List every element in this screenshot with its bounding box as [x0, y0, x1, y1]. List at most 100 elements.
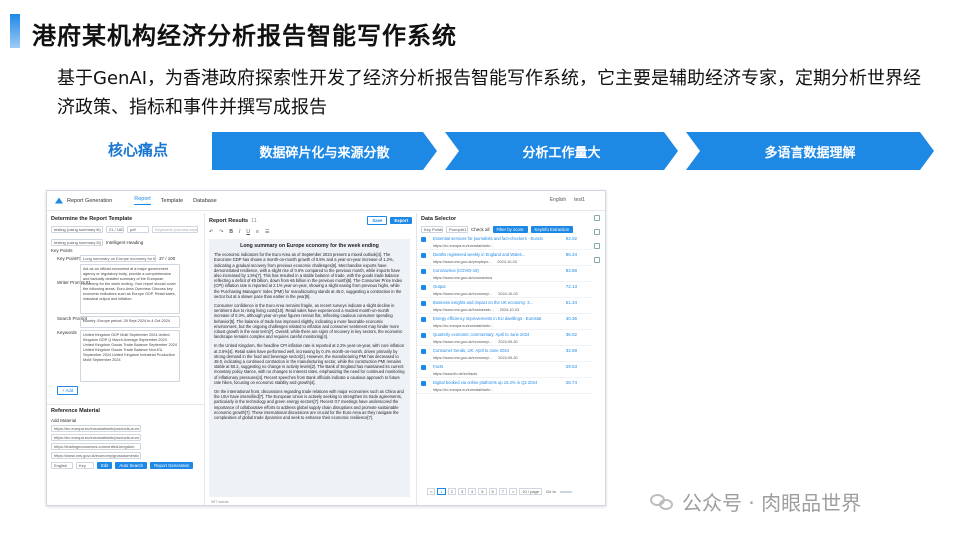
page-6[interactable]: 6: [488, 488, 497, 495]
item-url[interactable]: https://www.ons.gov.uk/economy/...: [433, 292, 492, 296]
item-title[interactable]: Deaths registered weekly in England and …: [433, 252, 543, 257]
page-size-select[interactable]: 10 / page: [519, 488, 543, 495]
template-select-row: testing (using summary lit) 21 / 160 pdf…: [47, 225, 204, 234]
reference-url-1[interactable]: https://ec.europa.eu/eurostat/web/produc…: [51, 425, 141, 432]
data-source-item[interactable]: Facts https://www.ifo.de/en/facts 29.53: [417, 362, 593, 378]
document-icon[interactable]: [594, 229, 600, 235]
list-icon[interactable]: ☰: [265, 229, 269, 235]
page-5[interactable]: 5: [478, 488, 487, 495]
language-switch[interactable]: English: [550, 197, 566, 203]
auto-search-button[interactable]: Auto Search: [115, 462, 148, 469]
item-title[interactable]: Quarterly economic commentary: April to …: [433, 332, 543, 337]
item-checkbox[interactable]: [421, 237, 426, 242]
data-source-item[interactable]: Essential services for journalists and f…: [417, 234, 593, 250]
reference-url-3[interactable]: https://tradingeconomics.com/united-king…: [51, 443, 141, 450]
item-url[interactable]: https://www.ons.gov.uk/economy/...: [433, 356, 492, 360]
writer-prompt-textarea[interactable]: Act as an official economist at a major …: [80, 264, 180, 314]
keyinfo-extraction-button[interactable]: Keyinfo Extraction: [530, 226, 574, 233]
data-source-item[interactable]: Consumer trends, UK: April to June 2024 h…: [417, 346, 593, 362]
item-checkbox[interactable]: [421, 301, 426, 306]
item-body: Essential services for journalists and f…: [433, 236, 543, 248]
copy-icon[interactable]: [594, 243, 600, 249]
item-title[interactable]: Facts: [433, 364, 543, 369]
item-url[interactable]: https://ec.europa.eu/eurostat/web/...: [433, 244, 494, 248]
keywords-input[interactable]: Keywords (comma separated): [152, 226, 198, 233]
item-checkbox[interactable]: [421, 285, 426, 290]
page-prev[interactable]: <: [427, 488, 436, 495]
data-source-item[interactable]: Coronavirus (COVID-19) https://www.ons.go…: [417, 266, 593, 282]
template-select[interactable]: testing (using summary lit): [51, 226, 103, 233]
key-point-input[interactable]: Long summary on Europe economy for the w…: [80, 255, 156, 262]
item-checkbox[interactable]: [421, 269, 426, 274]
bold-icon[interactable]: B: [229, 229, 233, 235]
nav-database[interactable]: Database: [193, 198, 217, 204]
format-select[interactable]: pdf: [127, 226, 149, 233]
page-2[interactable]: 2: [447, 488, 456, 495]
item-checkbox[interactable]: [421, 333, 426, 338]
user-icon[interactable]: [594, 215, 600, 221]
settings-icon[interactable]: [594, 257, 600, 263]
item-url[interactable]: https://www.ons.gov.uk/peoplepo...: [433, 260, 491, 264]
item-title[interactable]: Energy efficiency improvements in EU dwe…: [433, 316, 543, 321]
page-3[interactable]: 3: [457, 488, 467, 495]
item-title[interactable]: Business insights and impact on the UK e…: [433, 300, 543, 305]
filter-by-score-button[interactable]: Filter by score: [492, 226, 528, 233]
data-source-item[interactable]: Business insights and impact on the UK e…: [417, 298, 593, 314]
edit-button[interactable]: Edit: [97, 462, 113, 469]
data-source-item[interactable]: Deaths registered weekly in England and …: [417, 250, 593, 266]
undo-icon[interactable]: ↶: [209, 229, 213, 235]
item-url[interactable]: https://ec.europa.eu/eurostat/web/...: [433, 388, 494, 392]
report-paragraph-4: On the international front, discussions …: [214, 389, 404, 421]
add-keypoint-button[interactable]: + Add: [57, 386, 79, 395]
check-all[interactable]: Check all: [471, 227, 490, 232]
item-url[interactable]: https://www.ons.gov.uk/economy/...: [433, 340, 492, 344]
page-7[interactable]: 7: [498, 488, 507, 495]
export-button[interactable]: Export: [390, 217, 412, 224]
goto-input[interactable]: [559, 490, 572, 493]
report-document[interactable]: Long summary on Europe economy for the w…: [209, 239, 410, 497]
item-title[interactable]: Consumer trends, UK: April to June 2024: [433, 348, 543, 353]
save-button[interactable]: Save: [367, 216, 388, 225]
page-4[interactable]: 4: [468, 488, 477, 495]
ref-row: https://ec.europa.eu/eurostat/web/produc…: [47, 424, 204, 433]
search-prompt-textarea[interactable]: country: Europe period: 28 Sept 2024 to …: [80, 316, 180, 328]
item-checkbox[interactable]: [421, 349, 426, 354]
report-generation-button[interactable]: Report Generation: [150, 462, 194, 469]
nav-template[interactable]: Template: [161, 198, 183, 204]
align-icon[interactable]: ≡: [256, 229, 259, 235]
item-title[interactable]: Output: [433, 284, 543, 289]
page-1[interactable]: 1: [437, 488, 446, 495]
item-url[interactable]: https://ec.europa.eu/eurostat/web/...: [433, 324, 494, 328]
model-select[interactable]: testing (using summary l5): [51, 239, 103, 246]
data-source-item[interactable]: Energy efficiency improvements in EU dwe…: [417, 314, 593, 330]
italic-icon[interactable]: I: [239, 229, 240, 235]
nav-report[interactable]: Report: [134, 196, 151, 205]
item-checkbox[interactable]: [421, 317, 426, 322]
item-title[interactable]: Digital booked via online platforms up 1…: [433, 380, 543, 385]
data-source-item[interactable]: Quarterly economic commentary: April to …: [417, 330, 593, 346]
page-next[interactable]: >: [508, 488, 518, 495]
underline-icon[interactable]: U: [246, 229, 250, 235]
prompt-filter[interactable]: Prompt#1: [446, 226, 468, 233]
item-title[interactable]: Coronavirus (COVID-19): [433, 268, 543, 273]
user-menu[interactable]: test1: [574, 197, 585, 203]
item-url[interactable]: https://www.ifo.de/en/facts: [433, 372, 477, 376]
data-source-item[interactable]: Output https://www.ons.gov.uk/economy/...…: [417, 282, 593, 298]
item-checkbox[interactable]: [421, 381, 426, 386]
key-select[interactable]: Key: [76, 462, 94, 469]
item-url[interactable]: https://www.ons.gov.uk/businessin...: [433, 308, 494, 312]
left-footer: English Key Edit Auto Search Report Gene…: [47, 461, 204, 470]
reference-url-4[interactable]: https://www.ons.gov.uk/economy/grossdome…: [51, 452, 141, 459]
item-url[interactable]: https://www.ons.gov.uk/coronavirus: [433, 276, 492, 280]
keywords-textarea[interactable]: United Kingdom GDP Multi September 2024 …: [80, 330, 180, 382]
add-material-button[interactable]: Add Material: [51, 418, 76, 423]
item-title[interactable]: Essential services for journalists and f…: [433, 236, 543, 241]
redo-icon[interactable]: ↷: [219, 229, 223, 235]
item-score: 83.88: [565, 268, 577, 273]
data-source-item[interactable]: Digital booked via online platforms up 1…: [417, 378, 593, 394]
item-checkbox[interactable]: [421, 365, 426, 370]
reference-url-2[interactable]: https://ec.europa.eu/eurostat/web/produc…: [51, 434, 141, 441]
item-checkbox[interactable]: [421, 253, 426, 258]
keypoint-filter[interactable]: Key Point#1: [421, 226, 443, 233]
language-select[interactable]: English: [51, 462, 73, 469]
